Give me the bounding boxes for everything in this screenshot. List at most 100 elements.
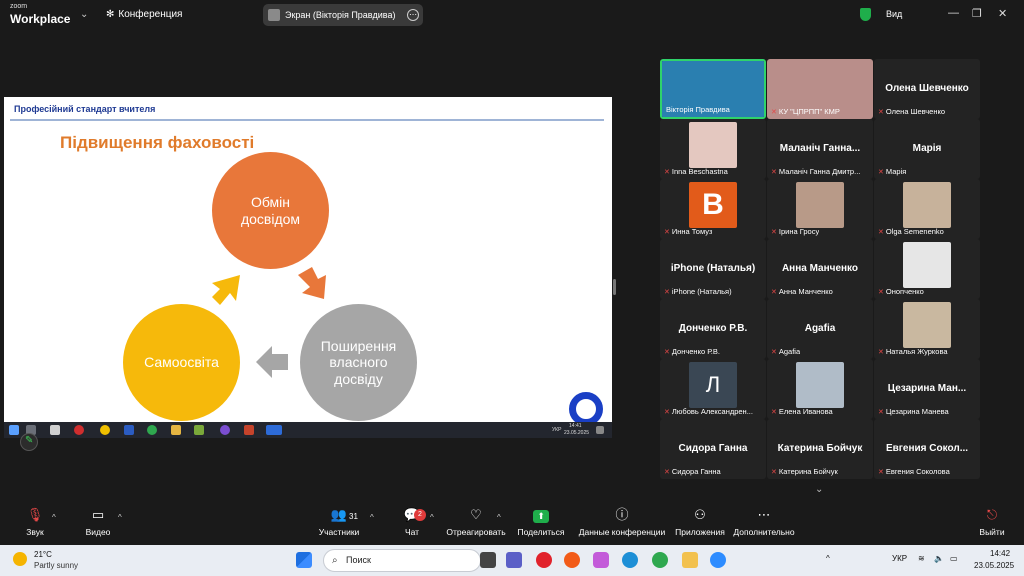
encryption-shield-icon[interactable] bbox=[860, 8, 871, 21]
minimize-icon[interactable]: — bbox=[948, 7, 959, 19]
tray-chevron-icon[interactable]: ^ bbox=[826, 554, 830, 563]
apps-button[interactable]: ⚇ Приложения bbox=[672, 505, 728, 537]
restore-icon[interactable]: ❐ bbox=[972, 7, 982, 20]
clock-date[interactable]: 23.05.2025 bbox=[974, 561, 1014, 570]
share-arrow-icon: ⬆ bbox=[533, 510, 549, 523]
leave-button[interactable]: ⎋ Выйти bbox=[976, 505, 1008, 537]
chevron-down-icon[interactable]: ⌄ bbox=[80, 9, 88, 20]
participant-tile[interactable]: ✕ Елена Иванова bbox=[767, 359, 873, 419]
participant-tile[interactable]: Катерина Бойчук ✕ Катерина Бойчук bbox=[767, 419, 873, 479]
participant-tile[interactable]: Донченко Р.В. ✕ Донченко Р.В. bbox=[660, 299, 766, 359]
meeting-info-button[interactable]: ⓘ Данные конференции bbox=[578, 505, 666, 537]
participants-caret-icon[interactable]: ^ bbox=[370, 513, 374, 522]
battery-icon[interactable]: ▭ bbox=[950, 554, 958, 563]
taskview-icon[interactable] bbox=[480, 552, 496, 568]
firefox-icon[interactable] bbox=[564, 552, 580, 568]
opera-icon[interactable] bbox=[536, 552, 552, 568]
windows-icon bbox=[9, 425, 19, 435]
zoom-logo: Workplace bbox=[10, 12, 71, 26]
arrow-up-right-icon bbox=[212, 275, 240, 305]
shared-lang: УКР bbox=[552, 427, 562, 433]
slide-title: Підвищення фаховості bbox=[60, 133, 255, 152]
explorer-icon[interactable] bbox=[682, 552, 698, 568]
copilot-icon[interactable] bbox=[593, 552, 609, 568]
close-icon[interactable]: ✕ bbox=[998, 7, 1007, 20]
gallery-next-chevron-icon[interactable]: ⌄ bbox=[815, 484, 823, 495]
slide-divider bbox=[10, 119, 604, 121]
view-button[interactable]: Вид bbox=[886, 9, 902, 19]
chat-caret-icon[interactable]: ^ bbox=[430, 513, 434, 522]
participant-tile[interactable]: iPhone (Наталья) ✕ iPhone (Наталья) bbox=[660, 239, 766, 299]
participant-tile[interactable]: ✕ КУ "ЦПРПП" КМР bbox=[767, 59, 873, 119]
participant-name: ✕ iPhone (Наталья) bbox=[664, 287, 732, 296]
circle-sharing: Поширення власного досвіду bbox=[300, 304, 417, 421]
input-language[interactable]: УКР bbox=[892, 554, 907, 563]
muted-mic-icon: ✕ bbox=[878, 289, 884, 296]
wifi-icon[interactable]: ≋ bbox=[918, 554, 925, 563]
annotate-button[interactable] bbox=[20, 433, 38, 451]
participants-button[interactable]: 👥 Участники bbox=[316, 505, 362, 537]
more-label: Дополнительно bbox=[733, 527, 795, 537]
participant-tile[interactable]: ✕ Ірина Гросу bbox=[767, 179, 873, 239]
participant-name: ✕ Inna Beschastna bbox=[664, 167, 728, 176]
title-bar: zoom Workplace ⌄ ✻ Конференция Экран (Вік… bbox=[0, 0, 1024, 30]
more-button[interactable]: ⋯ Дополнительно bbox=[732, 505, 796, 537]
meeting-title[interactable]: ✻ Конференция bbox=[106, 9, 182, 20]
shared-date: 23.05.2025 bbox=[564, 430, 590, 436]
react-caret-icon[interactable]: ^ bbox=[497, 513, 501, 522]
share-button[interactable]: ⬆ Поделиться bbox=[516, 505, 566, 537]
share-indicator[interactable]: Экран (Вікторія Правдива) ⋯ bbox=[263, 4, 423, 26]
participant-tile[interactable]: Евгения Сокол... ✕ Евгения Соколова bbox=[874, 419, 980, 479]
paw-icon: ✻ bbox=[106, 9, 115, 20]
volume-icon[interactable]: 🔈 bbox=[934, 554, 944, 563]
participant-tile[interactable]: B ✕ Инна Томуз bbox=[660, 179, 766, 239]
participant-name: ✕ Донченко Р.В. bbox=[664, 347, 720, 356]
weather-temp[interactable]: 21°C bbox=[34, 550, 52, 559]
weather-sun-icon[interactable] bbox=[13, 552, 27, 566]
participant-name: ✕ Любовь Александрен... bbox=[664, 407, 753, 416]
participant-tile[interactable]: ✕ Inna Beschastna bbox=[660, 119, 766, 179]
arrow-down-right-icon bbox=[298, 267, 326, 299]
participants-count: 31 bbox=[349, 512, 358, 521]
zoom-icon[interactable] bbox=[710, 552, 726, 568]
teams-icon[interactable] bbox=[506, 552, 522, 568]
splitter-handle[interactable] bbox=[613, 279, 616, 295]
video-label: Видео bbox=[85, 527, 111, 537]
participant-tile[interactable]: ✕ Olga Semenenko bbox=[874, 179, 980, 239]
taskbar-search[interactable]: ⌕ Поиск bbox=[323, 549, 481, 572]
shared-screen: Професійний стандарт вчителя Підвищення … bbox=[4, 97, 612, 426]
participant-tile[interactable]: Вікторія Правдива bbox=[660, 59, 766, 119]
participant-name: ✕ Olga Semenenko bbox=[878, 227, 944, 236]
participant-tile[interactable]: Agafia ✕ Agafia bbox=[767, 299, 873, 359]
participant-tile[interactable]: Маланіч Ганна... ✕ Маланіч Ганна Дмитр... bbox=[767, 119, 873, 179]
apps-label: Приложения bbox=[675, 527, 725, 537]
audio-caret-icon[interactable]: ^ bbox=[52, 513, 56, 522]
edge-icon[interactable] bbox=[622, 552, 638, 568]
weather-desc[interactable]: Partly sunny bbox=[34, 561, 78, 570]
video-caret-icon[interactable]: ^ bbox=[118, 513, 122, 522]
muted-mic-icon: ✕ bbox=[664, 349, 670, 356]
muted-mic-icon: ✕ bbox=[878, 469, 884, 476]
audio-label: Звук bbox=[26, 527, 44, 537]
participant-tile[interactable]: ✕ Онопченко bbox=[874, 239, 980, 299]
participant-tile[interactable]: Сидора Ганна ✕ Сидора Ганна bbox=[660, 419, 766, 479]
participant-video bbox=[903, 182, 951, 228]
participant-tile[interactable]: Олена Шевченко ✕ Олена Шевченко bbox=[874, 59, 980, 119]
participant-tile[interactable]: Л ✕ Любовь Александрен... bbox=[660, 359, 766, 419]
participant-name-large: Цезарина Ман... bbox=[887, 383, 967, 394]
camera-icon: ▭ bbox=[91, 507, 105, 522]
participant-tile[interactable]: ✕ Наталья Журкова bbox=[874, 299, 980, 359]
video-button[interactable]: ▭ Видео bbox=[82, 505, 114, 537]
participant-tile[interactable]: Марія ✕ Марія bbox=[874, 119, 980, 179]
chrome-icon[interactable] bbox=[652, 552, 668, 568]
audio-button[interactable]: 🎙 Звук bbox=[20, 505, 50, 537]
participant-tile[interactable]: Анна Манченко ✕ Анна Манченко bbox=[767, 239, 873, 299]
clock-time[interactable]: 14:42 bbox=[990, 549, 1010, 558]
participant-name: ✕ Анна Манченко bbox=[771, 287, 833, 296]
more-icon[interactable]: ⋯ bbox=[407, 9, 419, 21]
muted-mic-icon: ✕ bbox=[771, 169, 777, 176]
participant-tile[interactable]: Цезарина Ман... ✕ Цезарина Манева bbox=[874, 359, 980, 419]
muted-mic-icon: ✕ bbox=[664, 289, 670, 296]
start-icon[interactable] bbox=[296, 552, 312, 568]
chat-badge: 2 bbox=[414, 509, 426, 521]
